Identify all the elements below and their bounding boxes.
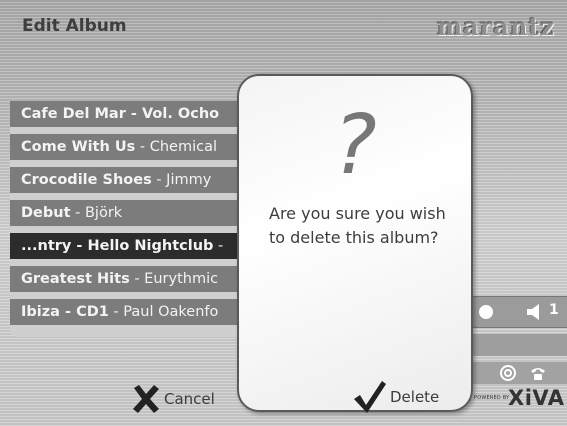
album-list: Cafe Del Mar - Vol. Ocho Come With Us - …: [10, 101, 270, 337]
album-title: ...ntry - Hello Nightclub: [21, 238, 214, 254]
album-title: Cafe Del Mar - Vol. Ocho: [21, 106, 220, 122]
album-row[interactable]: Come With Us - Chemical: [10, 134, 270, 160]
album-artist: -: [213, 238, 224, 254]
cancel-button[interactable]: Cancel: [130, 382, 215, 416]
delete-label: Delete: [390, 388, 440, 406]
phone-icon: [531, 368, 545, 380]
album-title: Come With Us: [21, 139, 136, 155]
page-title: Edit Album: [22, 16, 127, 36]
x-icon: [133, 385, 159, 413]
edit-album-screen: Edit Album marantz Cafe Del Mar - Vol. O…: [0, 0, 567, 426]
album-row[interactable]: Debut - Björk: [10, 200, 270, 226]
xiva-logo: XiVA: [508, 386, 565, 410]
album-artist: - Eurythmic: [129, 271, 219, 287]
speaker-icon: [527, 304, 539, 320]
album-row[interactable]: Crocodile Shoes - Jimmy: [10, 167, 270, 193]
album-title: Debut: [21, 205, 71, 221]
volume-bar[interactable]: 1: [473, 296, 567, 328]
volume-value: 1: [549, 302, 559, 318]
album-artist: - Chemical: [135, 139, 217, 155]
album-title: Crocodile Shoes: [21, 172, 152, 188]
album-artist: - Jimmy: [151, 172, 212, 188]
network-icon: [500, 365, 516, 381]
cancel-label: Cancel: [164, 390, 215, 408]
album-row[interactable]: Ibiza - CD1 - Paul Oakenfo: [10, 299, 270, 325]
album-row-selected[interactable]: ...ntry - Hello Nightclub -: [10, 233, 270, 259]
delete-confirm-dialog: ? Are you sure you wish to delete this a…: [237, 74, 473, 412]
album-row[interactable]: Greatest Hits - Eurythmic: [10, 266, 270, 292]
status-bar: [473, 334, 567, 356]
album-artist: - Paul Oakenfo: [108, 304, 219, 320]
dialog-message: Are you sure you wish to delete this alb…: [269, 204, 446, 247]
question-mark-icon: ?: [333, 98, 377, 193]
delete-button[interactable]: Delete: [352, 378, 439, 416]
marantz-logo: marantz: [436, 12, 555, 41]
album-title: Ibiza - CD1: [21, 304, 109, 320]
powered-by-label: POWERED BY: [474, 395, 510, 401]
album-artist: - Björk: [70, 205, 123, 221]
album-row[interactable]: Cafe Del Mar - Vol. Ocho: [10, 101, 270, 127]
volume-knob-icon[interactable]: [479, 305, 493, 319]
album-title: Greatest Hits: [21, 271, 130, 287]
status-icons-bar: [473, 362, 567, 384]
checkmark-icon: [354, 381, 386, 413]
